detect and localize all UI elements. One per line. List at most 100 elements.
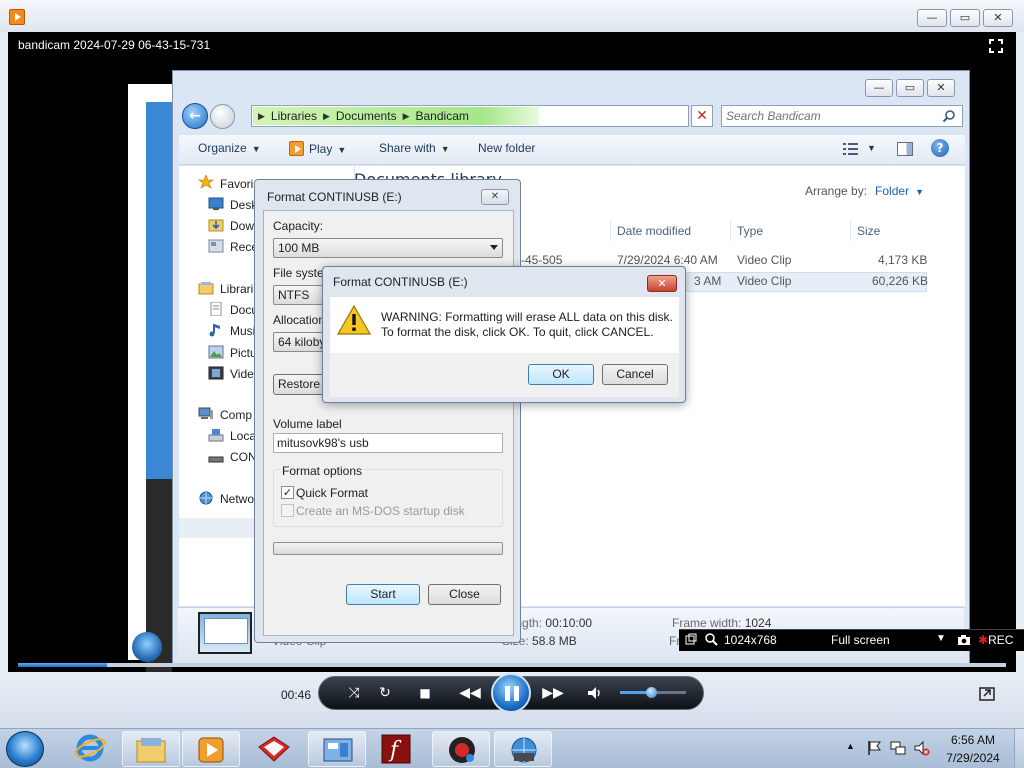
cancel-button[interactable]: Cancel (602, 364, 668, 385)
stop-loading-button[interactable]: ✕ (691, 105, 713, 127)
show-desktop-button[interactable] (1014, 729, 1024, 768)
nav-music[interactable]: Musi (230, 324, 255, 338)
file-size[interactable]: 60,226 KB (872, 274, 928, 288)
volume-muted-tray-icon[interactable] (914, 740, 930, 756)
breadcrumb-documents[interactable]: Documents (336, 109, 397, 123)
help-icon[interactable]: ? (931, 139, 949, 157)
format-dialog-close-button[interactable]: ✕ (481, 189, 509, 205)
volume-slider-handle[interactable] (646, 687, 657, 698)
nav-downloads[interactable]: Dow (230, 219, 254, 233)
nav-pictures[interactable]: Pictu (230, 346, 257, 360)
taskbar-app-red[interactable] (245, 731, 303, 767)
warning-dialog-close-button[interactable]: ✕ (647, 275, 677, 292)
file-date[interactable]: 3 AM (694, 274, 721, 288)
back-button[interactable]: ← (182, 103, 208, 129)
change-view-icon[interactable] (843, 142, 859, 156)
close-button[interactable]: Close (428, 584, 501, 605)
organize-menu[interactable]: Organize ▼ (198, 141, 261, 155)
bandicam-mode[interactable]: Full screen (831, 633, 890, 647)
start-button[interactable] (6, 731, 44, 767)
next-icon[interactable]: ▶▶ (537, 682, 569, 704)
player-close-button[interactable]: ✕ (983, 9, 1013, 27)
taskbar-app-network[interactable] (494, 731, 552, 767)
preview-pane-icon[interactable] (897, 142, 913, 156)
file-type[interactable]: Video Clip (737, 274, 791, 288)
nav-network[interactable]: Netwo (220, 492, 254, 506)
taskbar-media-player-app[interactable] (182, 731, 240, 767)
breadcrumb-bandicam[interactable]: Bandicam (416, 109, 469, 123)
clock-date[interactable]: 7/29/2024 (943, 751, 1003, 765)
internet-explorer-icon[interactable] (72, 731, 108, 765)
previous-icon[interactable]: ◀◀ (454, 682, 486, 704)
show-hidden-icons-icon[interactable]: ▲ (846, 741, 855, 751)
column-separator[interactable] (730, 221, 731, 241)
file-size[interactable]: 4,173 KB (878, 253, 927, 267)
window-mode-icon[interactable] (685, 633, 697, 645)
share-with-menu[interactable]: Share with ▼ (379, 141, 450, 155)
breadcrumb-libraries[interactable]: Libraries (271, 109, 317, 123)
ok-button[interactable]: OK (528, 364, 594, 385)
chevron-down-icon[interactable]: ▼ (936, 633, 946, 644)
taskbar-explorer-app[interactable] (122, 731, 180, 767)
volume-icon[interactable] (587, 686, 603, 700)
volume-label-input[interactable]: mitusovk98's usb (273, 433, 503, 453)
taskbar-app-settings[interactable] (308, 731, 366, 767)
clock-time[interactable]: 6:56 AM (943, 733, 1003, 747)
pause-button[interactable] (491, 673, 531, 713)
arrange-by-value[interactable]: Folder (875, 184, 909, 198)
capacity-select[interactable]: 100 MB (273, 238, 503, 258)
switch-to-library-icon[interactable] (979, 687, 995, 701)
chevron-right-icon[interactable]: ▶ (403, 109, 410, 123)
chevron-down-icon[interactable]: ▼ (915, 187, 924, 197)
player-minimize-button[interactable]: — (917, 9, 947, 27)
forward-button[interactable] (210, 104, 235, 129)
column-separator[interactable] (850, 221, 851, 241)
file-type[interactable]: Video Clip (737, 253, 791, 267)
nav-usb-drive[interactable]: CON (230, 450, 257, 464)
rec-indicator[interactable]: ✱REC (978, 633, 1013, 647)
command-bar: Organize ▼ Play ▼ Share with ▼ New folder ▼… (179, 135, 965, 165)
column-size[interactable]: Size (857, 224, 880, 238)
column-date-modified[interactable]: Date modified (617, 224, 691, 238)
allocation-select[interactable]: 64 kiloby (273, 332, 323, 352)
nav-favorites[interactable]: Favori (220, 177, 253, 191)
camera-icon[interactable] (957, 634, 971, 646)
chevron-right-icon[interactable]: ▶ (323, 109, 330, 123)
zoom-icon[interactable] (705, 633, 718, 646)
nav-videos[interactable]: Vide (230, 367, 254, 381)
fullscreen-icon[interactable] (987, 37, 1005, 55)
nav-computer[interactable]: Comp (220, 408, 252, 422)
network-tray-icon[interactable] (890, 740, 906, 756)
shuffle-icon[interactable]: ⤨ (342, 682, 366, 704)
player-maximize-button[interactable]: ▭ (950, 9, 980, 27)
play-menu[interactable]: Play ▼ (289, 141, 346, 156)
explorer-minimize-button[interactable]: — (865, 79, 893, 97)
search-input[interactable] (726, 108, 936, 124)
file-name-fragment[interactable]: -45-505 (521, 253, 562, 267)
column-separator[interactable] (610, 221, 611, 241)
explorer-maximize-button[interactable]: ▭ (896, 79, 924, 97)
repeat-icon[interactable]: ↻ (373, 682, 397, 704)
search-icon[interactable] (942, 109, 956, 123)
file-date[interactable]: 7/29/2024 6:40 AM (617, 253, 718, 267)
restore-defaults-button[interactable]: Restore (273, 374, 325, 395)
arrange-by[interactable]: Arrange by: Folder ▼ (805, 184, 924, 198)
seek-bar[interactable] (18, 663, 1006, 667)
action-center-flag-icon[interactable] (866, 740, 882, 756)
views-dropdown-icon[interactable]: ▼ (867, 143, 876, 153)
stop-icon[interactable]: ■ (413, 682, 437, 704)
new-folder-button[interactable]: New folder (478, 141, 535, 155)
flash-icon: f (381, 734, 411, 764)
column-type[interactable]: Type (737, 224, 763, 238)
file-system-select[interactable]: NTFS (273, 285, 323, 305)
nav-libraries[interactable]: Librari (220, 282, 253, 296)
taskbar-app-bandicam[interactable] (432, 731, 490, 767)
start-button[interactable]: Start (346, 584, 420, 605)
nav-local-disk[interactable]: Loca (230, 429, 256, 443)
address-bar[interactable]: ▶ Libraries ▶ Documents ▶ Bandicam ▼ (251, 105, 759, 127)
search-box[interactable] (721, 105, 963, 127)
taskbar-app-flash[interactable]: f (369, 731, 427, 767)
explorer-close-button[interactable]: ✕ (927, 79, 955, 97)
quick-format-label[interactable]: Quick Format (296, 486, 368, 500)
quick-format-checkbox[interactable]: ✓ (281, 486, 294, 499)
